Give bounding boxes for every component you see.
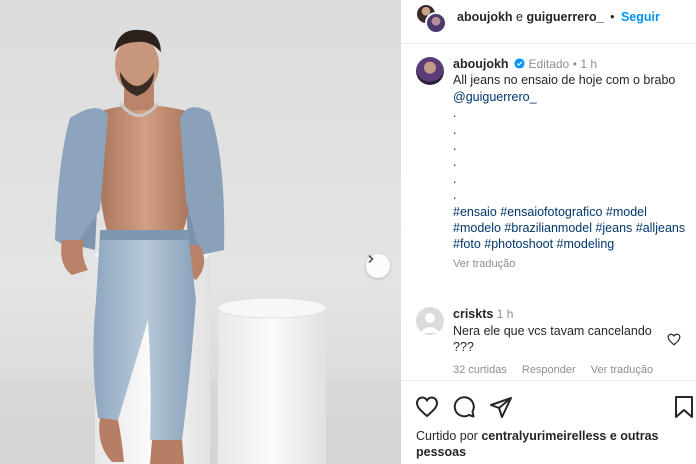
verified-badge-icon: [514, 58, 525, 69]
caption-text-main: All jeans no ensaio de hoje com o brabo: [453, 73, 676, 88]
comment-like-heart-icon[interactable]: [667, 333, 681, 346]
caption-time[interactable]: 1 h: [580, 57, 597, 71]
chevron-right-icon: [368, 254, 374, 264]
collab-header: aboujokh e guiguerrero_ • Seguir: [457, 10, 660, 24]
next-photo-button[interactable]: [366, 254, 390, 278]
action-bar: Curtido por centralyurimeirelless e outr…: [401, 380, 696, 464]
caption-text: All jeans no ensaio de hoje com o brabo …: [453, 72, 689, 105]
caption-hashtags[interactable]: #ensaio #ensaiofotografico #model #model…: [453, 204, 689, 253]
share-icon[interactable]: [489, 395, 513, 419]
caption-dot-line: .: [453, 171, 457, 186]
comment-body: criskts 1 h Nera ele que vcs tavam cance…: [453, 306, 663, 356]
post-panel: aboujokh e guiguerrero_ • Seguir aboujok…: [401, 0, 696, 464]
comment-icon[interactable]: [452, 395, 476, 419]
edited-label: Editado: [528, 57, 570, 71]
liked-by-user[interactable]: centralyurimeirelless: [481, 429, 606, 443]
caption-dot-line: .: [453, 188, 457, 203]
default-avatar-icon: [420, 313, 440, 333]
caption-dot-line: .: [453, 139, 457, 153]
comment-reply-button[interactable]: Responder: [522, 364, 576, 376]
liked-by-prefix: Curtido por: [416, 429, 482, 443]
bookmark-icon[interactable]: [672, 395, 696, 419]
comment-text: Nera ele que vcs tavam cancelando ???: [453, 323, 652, 355]
collab-avatars[interactable]: [415, 3, 449, 35]
heart-icon[interactable]: [415, 395, 439, 419]
caption-dot-line: .: [453, 106, 457, 121]
caption-translate-link[interactable]: Ver tradução: [453, 256, 689, 272]
caption-dot-line: .: [453, 122, 457, 137]
header-dot: •: [610, 10, 615, 24]
caption-meta: aboujokh Editado • 1 h: [453, 56, 689, 72]
header-connector: e: [516, 10, 523, 24]
caption-mention[interactable]: @guiguerrero_: [453, 90, 537, 104]
comment-time[interactable]: 1 h: [497, 307, 514, 321]
follow-button[interactable]: Seguir: [621, 10, 660, 24]
caption-dot-line: .: [453, 155, 457, 170]
caption-dot: •: [572, 57, 577, 71]
post-header: aboujokh e guiguerrero_ • Seguir: [401, 0, 696, 44]
post-photo: [0, 0, 401, 464]
comment-translate-link[interactable]: Ver tradução: [591, 364, 653, 376]
caption-username[interactable]: aboujokh: [453, 57, 509, 71]
model-illustration: [0, 29, 401, 464]
avatar[interactable]: [416, 57, 444, 85]
avatar[interactable]: [416, 307, 444, 335]
comment-username[interactable]: criskts: [453, 307, 493, 321]
liked-by-summary: Curtido por centralyurimeirelless e outr…: [416, 428, 686, 460]
header-username-1[interactable]: aboujokh: [457, 10, 513, 24]
comment-likes[interactable]: 32 curtidas: [453, 364, 507, 376]
header-username-2[interactable]: guiguerrero_: [526, 10, 603, 24]
comment-meta: 32 curtidas Responder Ver tradução: [453, 364, 665, 376]
caption-body: aboujokh Editado • 1 h All jeans no ensa…: [453, 56, 689, 272]
avatar[interactable]: [425, 12, 447, 34]
